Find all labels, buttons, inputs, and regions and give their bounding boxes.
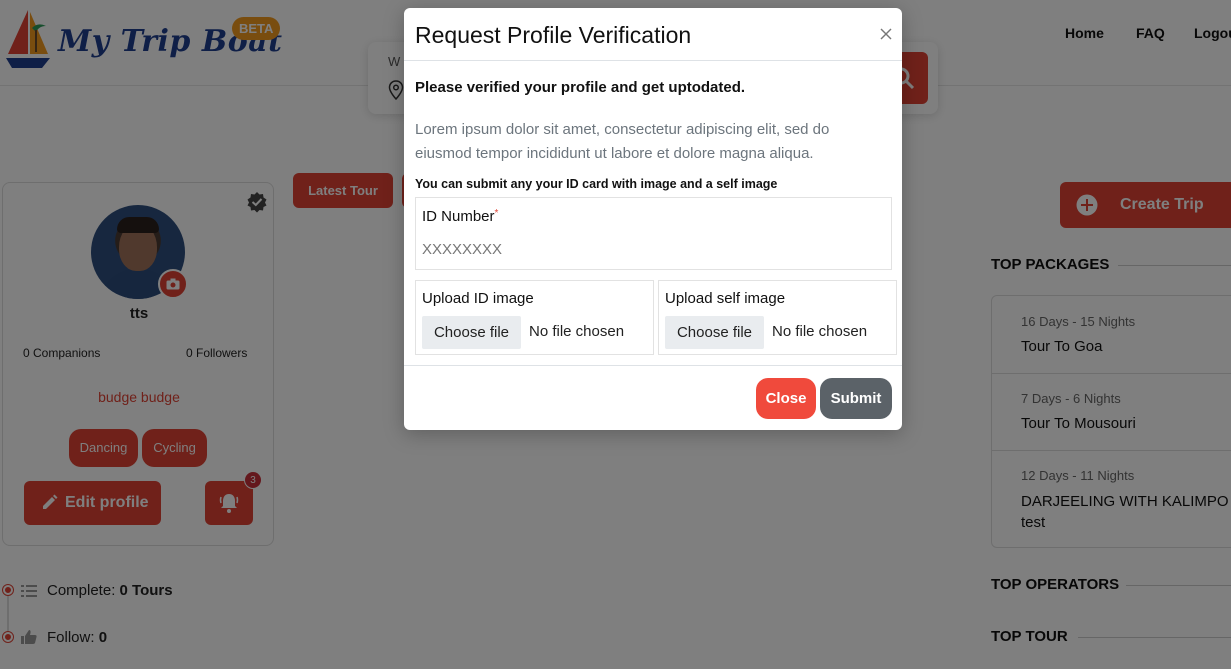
modal-subtitle: Please verified your profile and get upt… bbox=[415, 79, 746, 96]
modal-header: Request Profile Verification bbox=[404, 8, 902, 61]
verification-modal: Request Profile Verification Please veri… bbox=[404, 8, 902, 430]
required-mark: * bbox=[494, 208, 499, 219]
id-number-label-text: ID Number bbox=[422, 208, 495, 225]
modal-description: Lorem ipsum dolor sit amet, consectetur … bbox=[415, 121, 830, 162]
close-icon[interactable] bbox=[878, 26, 894, 42]
modal-note: You can submit any your ID card with ima… bbox=[415, 177, 778, 191]
id-number-field: ID Number* bbox=[415, 197, 892, 270]
id-file-status: No file chosen bbox=[529, 323, 625, 340]
close-button[interactable]: Close bbox=[756, 378, 816, 419]
id-number-input[interactable] bbox=[418, 232, 888, 266]
submit-button[interactable]: Submit bbox=[820, 378, 892, 419]
modal-title: Request Profile Verification bbox=[415, 22, 692, 48]
choose-id-file-button[interactable]: Choose file bbox=[422, 316, 521, 349]
upload-self-label: Upload self image bbox=[665, 290, 786, 307]
upload-id-label: Upload ID image bbox=[422, 290, 534, 307]
upload-self-field: Upload self image Choose file No file ch… bbox=[658, 280, 897, 355]
id-number-label: ID Number* bbox=[422, 208, 498, 225]
choose-self-file-button[interactable]: Choose file bbox=[665, 316, 764, 349]
modal-footer-divider bbox=[404, 365, 902, 366]
self-file-status: No file chosen bbox=[772, 323, 868, 340]
upload-id-field: Upload ID image Choose file No file chos… bbox=[415, 280, 654, 355]
